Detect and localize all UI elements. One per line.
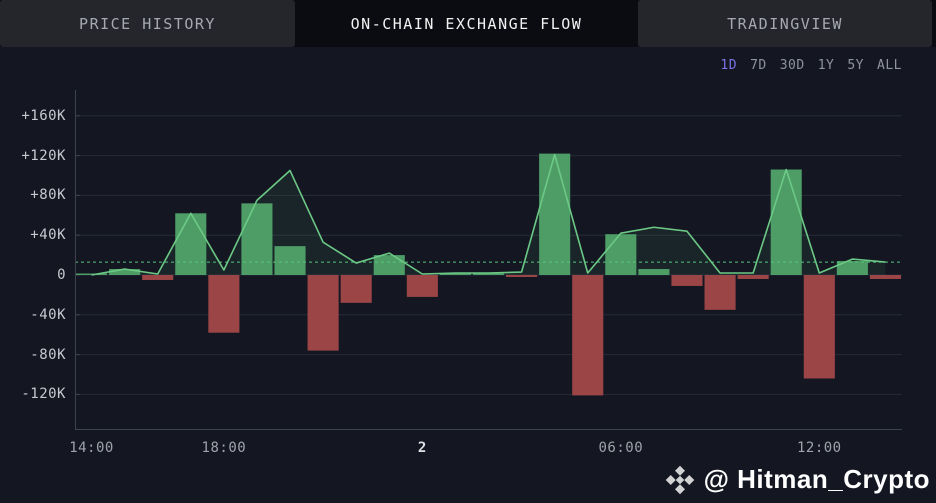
inflow-bar [274, 246, 306, 275]
inflow-bar [539, 153, 571, 275]
x-tick-label: 06:00 [598, 440, 644, 456]
range-1y[interactable]: 1Y [818, 58, 835, 73]
range-5y[interactable]: 5Y [847, 58, 864, 73]
y-tick-label: -120K [21, 386, 66, 403]
outflow-bar [803, 275, 835, 379]
inflow-bar [638, 269, 670, 275]
y-tick-label: +160K [21, 107, 66, 124]
range-all[interactable]: ALL [877, 58, 902, 73]
y-tick-label: +120K [21, 147, 66, 164]
outflow-bar [506, 275, 538, 277]
range-7d[interactable]: 7D [750, 58, 767, 73]
range-30d[interactable]: 30D [780, 58, 805, 73]
inflow-bar [241, 203, 273, 275]
flow-chart-plot[interactable] [75, 90, 902, 430]
tab-tradingview[interactable]: TRADINGVIEW [638, 0, 932, 47]
y-tick-label: +40K [30, 227, 66, 244]
y-tick-label: 0 [57, 267, 66, 283]
outflow-bar [406, 275, 438, 297]
outflow-bar [869, 275, 901, 279]
tab-bar: PRICE HISTORY ON-CHAIN EXCHANGE FLOW TRA… [0, 0, 936, 47]
watermark-text: @ Hitman_Crypto [703, 464, 930, 494]
x-tick-label: 18:00 [201, 440, 247, 456]
outflow-bar [671, 275, 703, 286]
range-selector: 1D 7D 30D 1Y 5Y ALL [720, 58, 902, 73]
x-tick-label: 14:00 [69, 440, 114, 456]
x-tick-label: 12:00 [796, 440, 842, 456]
y-tick-label: -80K [30, 346, 66, 363]
binance-diamond-icon [665, 465, 694, 494]
tab-onchain-exchange-flow[interactable]: ON-CHAIN EXCHANGE FLOW [295, 0, 638, 47]
outflow-bar [142, 275, 174, 280]
x-axis-labels: 14:00 18:00 2 06:00 12:00 [69, 440, 902, 458]
inflow-bar [770, 169, 802, 275]
outflow-bar [572, 275, 604, 396]
watermark: @ Hitman_Crypto [665, 464, 930, 495]
flow-line-area [91, 154, 886, 275]
inflow-bar [175, 213, 207, 275]
tab-price-history[interactable]: PRICE HISTORY [0, 0, 295, 47]
outflow-bar [704, 275, 736, 310]
exchange-flow-widget: PRICE HISTORY ON-CHAIN EXCHANGE FLOW TRA… [0, 0, 936, 503]
range-1d[interactable]: 1D [720, 58, 737, 73]
outflow-bar [208, 275, 240, 333]
outflow-bar [307, 275, 339, 351]
y-tick-label: +80K [30, 187, 66, 204]
y-tick-label: -40K [30, 306, 66, 323]
y-axis-labels: +160K +120K +80K +40K 0 -40K -80K -120K [0, 90, 66, 430]
outflow-bar [737, 275, 769, 279]
inflow-bar [605, 234, 637, 275]
x-tick-label-day: 2 [417, 440, 427, 456]
outflow-bar [340, 275, 372, 303]
inflow-bar [373, 255, 405, 275]
